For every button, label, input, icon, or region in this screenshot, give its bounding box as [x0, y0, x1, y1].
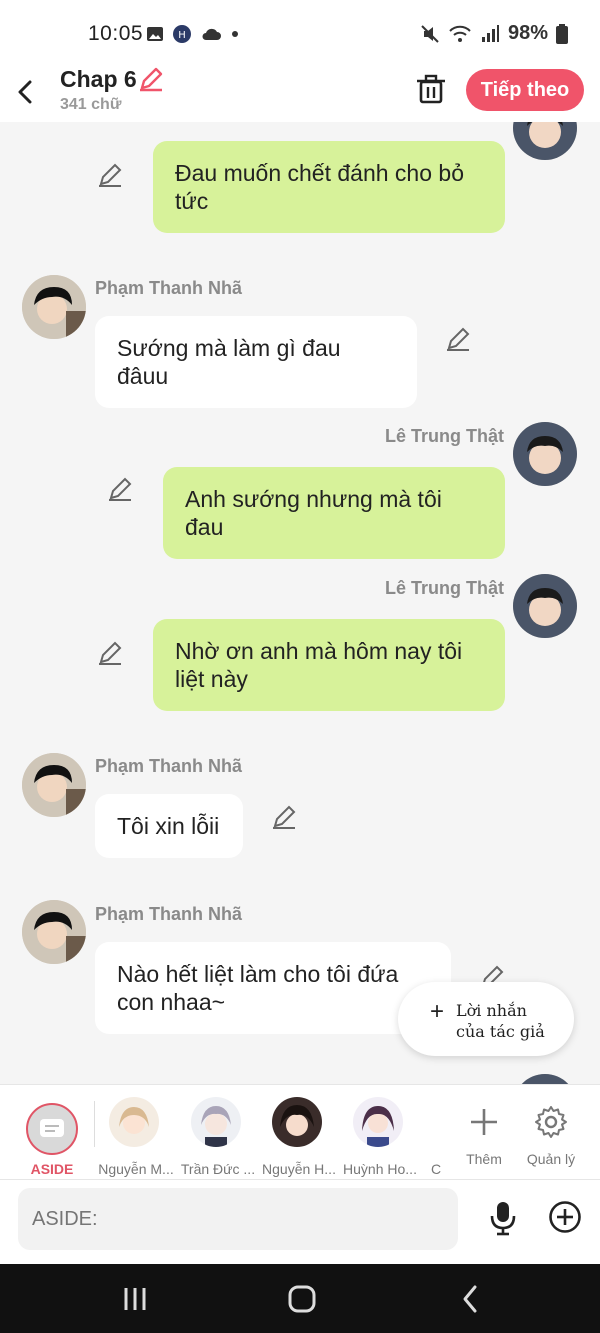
message-bubble[interactable]: Tôi xin lỗii	[95, 794, 243, 858]
sender-name: Lê Trung Thật	[385, 578, 504, 598]
aside-avatar	[26, 1103, 78, 1155]
chat-bubble-icon	[40, 1119, 64, 1137]
edit-message-icon[interactable]	[445, 326, 471, 352]
avatar-le-trung-that[interactable]	[513, 422, 577, 486]
avatar-le-trung-that[interactable]	[513, 574, 577, 638]
mic-icon[interactable]	[488, 1200, 518, 1236]
status-bar: 10:05 H 98%	[0, 0, 600, 62]
top-app-bar: Chap 6 341 chữ Tiếp theo	[0, 62, 600, 122]
character-item[interactable]: Nguyễn H...	[260, 1095, 338, 1177]
message-bubble[interactable]: Đau muốn chết đánh cho bỏ tức	[153, 141, 505, 233]
avatar-pham-thanh-nha[interactable]	[22, 753, 86, 817]
chapter-title[interactable]: Chap 6	[60, 66, 137, 93]
input-bar	[0, 1180, 600, 1264]
character-avatar	[109, 1097, 159, 1147]
next-button[interactable]: Tiếp theo	[466, 69, 584, 111]
status-left-icons: H	[146, 24, 240, 44]
character-label: Nguyễn H...	[262, 1161, 336, 1177]
manage-button[interactable]: Quản lý	[512, 1095, 590, 1175]
character-item[interactable]: Trần Đức ...	[179, 1095, 257, 1177]
home-button[interactable]	[282, 1284, 322, 1314]
back-icon	[463, 1285, 477, 1313]
chevron-left-icon	[18, 80, 32, 104]
edit-message-icon[interactable]	[271, 804, 297, 830]
battery-icon	[556, 23, 568, 44]
character-avatar	[191, 1097, 241, 1147]
edit-message-icon[interactable]	[107, 476, 133, 502]
message-text-line: con nhaa~	[117, 989, 226, 1015]
message-text-line: Nào hết liệt làm cho tôi đứa	[117, 961, 399, 987]
app-badge-icon: H	[173, 25, 191, 43]
divider	[94, 1101, 95, 1147]
message-input[interactable]	[18, 1188, 458, 1250]
cloud-icon	[202, 28, 221, 40]
message-bubble[interactable]: Sướng mà làm gì đau đâuu	[95, 316, 417, 408]
wifi-icon	[449, 25, 471, 42]
svg-text:H: H	[178, 30, 186, 41]
avatar-le-trung-that[interactable]	[513, 122, 577, 160]
chat-area[interactable]: Đau muốn chết đánh cho bỏ tức Phạm Thanh…	[0, 122, 600, 1084]
author-note-label: Lời nhắn của tác giả	[456, 1001, 545, 1041]
battery-level: 98%	[507, 22, 548, 44]
signal-icon	[481, 24, 499, 42]
delete-button[interactable]	[414, 72, 448, 106]
character-label: Huỳnh Ho...	[343, 1161, 417, 1177]
message-text-line: Nhờ ơn anh mà hôm nay tôi	[175, 638, 463, 664]
sender-name: Phạm Thanh Nhã	[95, 278, 243, 298]
status-right-icons: 98%	[420, 22, 568, 45]
dot-icon	[232, 31, 238, 37]
plus-icon: +	[430, 998, 445, 1025]
sender-name: Lê Trung Thật	[385, 426, 504, 446]
avatar-le-trung-that[interactable]	[513, 1074, 577, 1084]
message-bubble[interactable]: Anh sướng nhưng mà tôi đau	[163, 467, 505, 559]
avatar-pham-thanh-nha[interactable]	[22, 900, 86, 964]
edit-message-icon[interactable]	[97, 162, 123, 188]
gear-icon	[535, 1106, 567, 1138]
character-item[interactable]: Huỳnh Ho...	[341, 1095, 419, 1177]
author-note-button[interactable]: + Lời nhắn của tác giả	[398, 982, 574, 1056]
message-text-line: tức	[175, 188, 209, 214]
manage-label: Quản lý	[526, 1151, 576, 1167]
system-nav-bar	[0, 1264, 600, 1333]
edit-title-icon[interactable]	[138, 66, 164, 92]
character-avatar	[272, 1097, 322, 1147]
status-time: 10:05	[88, 22, 144, 45]
edit-message-icon[interactable]	[97, 640, 123, 666]
character-aside[interactable]: ASIDE	[0, 1095, 104, 1177]
sender-name: Phạm Thanh Nhã	[95, 756, 243, 776]
message-text-line: Đau muốn chết đánh cho bỏ	[175, 160, 464, 186]
character-item[interactable]: Nguyễn M...	[97, 1095, 175, 1177]
character-label: Trần Đức ...	[180, 1161, 256, 1177]
back-button[interactable]	[10, 72, 40, 112]
message-bubble[interactable]: Nhờ ơn anh mà hôm nay tôi liệt này	[153, 619, 505, 711]
mute-icon	[421, 24, 439, 43]
back-nav-button[interactable]	[450, 1284, 490, 1314]
word-count: 341 chữ	[60, 96, 122, 113]
recents-button[interactable]	[115, 1284, 155, 1314]
message-text-line: liệt này	[175, 666, 248, 692]
plus-icon	[471, 1109, 497, 1135]
avatar-pham-thanh-nha[interactable]	[22, 275, 86, 339]
gallery-icon	[147, 27, 163, 41]
character-avatar	[353, 1097, 403, 1147]
add-circle-icon[interactable]	[548, 1200, 582, 1234]
character-bar: ASIDE Nguyễn M... Trần Đức ... Nguyễn H.…	[0, 1084, 600, 1180]
home-icon	[288, 1285, 316, 1313]
character-label: Nguyễn M...	[98, 1161, 174, 1177]
recents-icon	[124, 1288, 146, 1310]
aside-label: ASIDE	[30, 1161, 74, 1177]
sender-name: Phạm Thanh Nhã	[95, 904, 243, 924]
